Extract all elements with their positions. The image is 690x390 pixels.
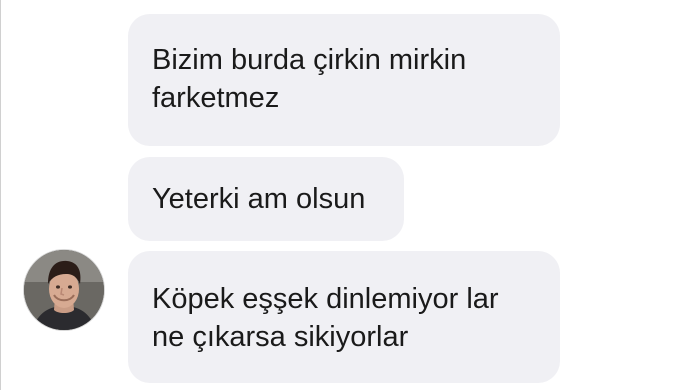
user-avatar[interactable]	[24, 250, 104, 330]
message-3-line-2: ne çıkarsa sikiyorlar	[152, 321, 409, 353]
message-bubble-3[interactable]: Köpek eşşek dinlemiyor lar ne çıkarsa si…	[128, 251, 560, 383]
chat-thread: Bizim burda çirkin mirkin farketmez Yete…	[0, 0, 690, 390]
message-1-line-2: farketmez	[152, 82, 280, 114]
message-bubble-2[interactable]: Yeterki am olsun	[128, 157, 404, 241]
message-1-line-1: Bizim burda çirkin mirkin	[152, 44, 467, 76]
message-bubble-1[interactable]: Bizim burda çirkin mirkin farketmez	[128, 14, 560, 146]
user-avatar-photo-icon	[24, 250, 104, 330]
message-3-line-1: Köpek eşşek dinlemiyor lar	[152, 283, 499, 315]
message-2-line-1: Yeterki am olsun	[152, 183, 366, 215]
left-divider	[0, 0, 1, 390]
